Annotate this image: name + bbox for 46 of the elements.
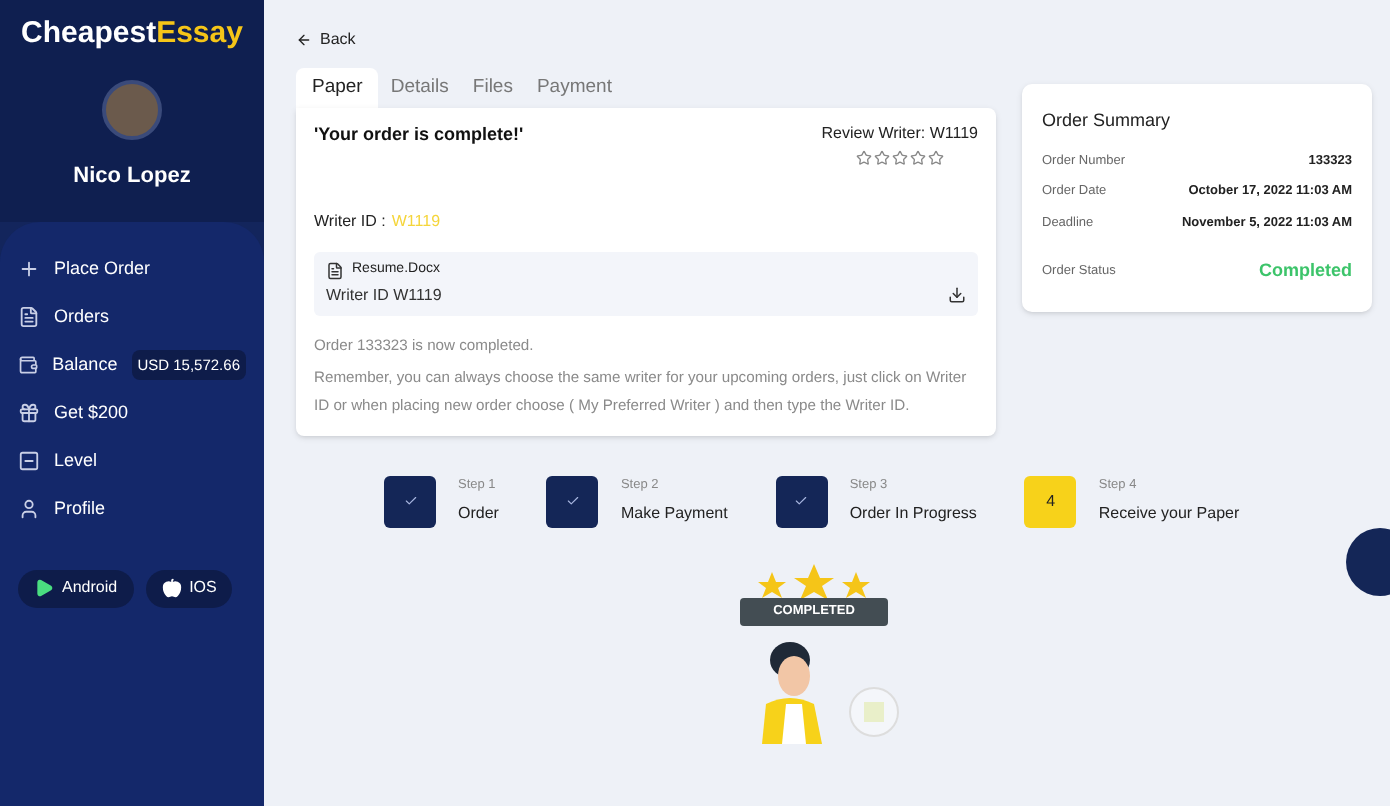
play-icon <box>34 578 54 598</box>
plus-icon <box>18 258 40 280</box>
step-label: Receive your Paper <box>1098 502 1240 527</box>
nav-link[interactable]: Orders <box>54 303 110 331</box>
tab[interactable]: Paper <box>296 68 379 108</box>
nav-link[interactable]: Balance <box>52 351 118 379</box>
step-label: Make Payment <box>620 502 728 527</box>
order-status: Completed <box>1258 257 1352 284</box>
gift-icon <box>18 402 40 424</box>
writer-id-label: Writer ID : <box>314 210 386 234</box>
summary-title: Order Summary <box>1042 108 1173 134</box>
nav-link[interactable]: Get $200 <box>54 399 129 427</box>
app-store-button[interactable]: Android <box>18 569 134 607</box>
star-icon[interactable] <box>927 150 944 166</box>
review-writer-label: Review Writer: W1119 <box>821 122 978 146</box>
order-complete-title: 'Your order is complete!' <box>314 122 524 148</box>
check-icon <box>565 494 580 508</box>
minus-box-icon <box>18 450 40 472</box>
file-icon <box>326 261 344 280</box>
back-arrow-icon <box>296 32 312 48</box>
download-icon[interactable] <box>948 285 966 303</box>
tab[interactable]: Details <box>378 68 461 108</box>
avatar <box>102 80 162 140</box>
step-label: Order <box>458 502 499 527</box>
tab[interactable]: Payment <box>524 68 624 108</box>
back-link[interactable]: Back <box>296 28 1390 52</box>
nav-link[interactable]: Profile <box>54 495 106 523</box>
step-label: Order In Progress <box>849 502 977 527</box>
apple-icon <box>161 578 182 598</box>
nav-link[interactable]: Level <box>54 447 98 475</box>
star-icon[interactable] <box>873 150 890 166</box>
app-store-button[interactable]: IOS <box>145 569 233 607</box>
user-icon <box>18 498 40 520</box>
star-icon[interactable] <box>891 150 908 166</box>
star-icon[interactable] <box>855 150 872 166</box>
tab[interactable]: Files <box>460 68 525 108</box>
star-rating[interactable] <box>855 150 944 166</box>
star-icon[interactable] <box>909 150 926 166</box>
user-name: Nico Lopez <box>73 162 191 192</box>
check-icon <box>794 494 809 508</box>
document-icon <box>18 306 40 328</box>
nav-link[interactable]: Place Order <box>54 255 151 283</box>
file-writer-id: Writer ID W1119 <box>326 283 442 307</box>
check-icon <box>403 494 417 508</box>
step-marker: 4 <box>1024 475 1077 527</box>
wallet-icon <box>18 354 39 376</box>
